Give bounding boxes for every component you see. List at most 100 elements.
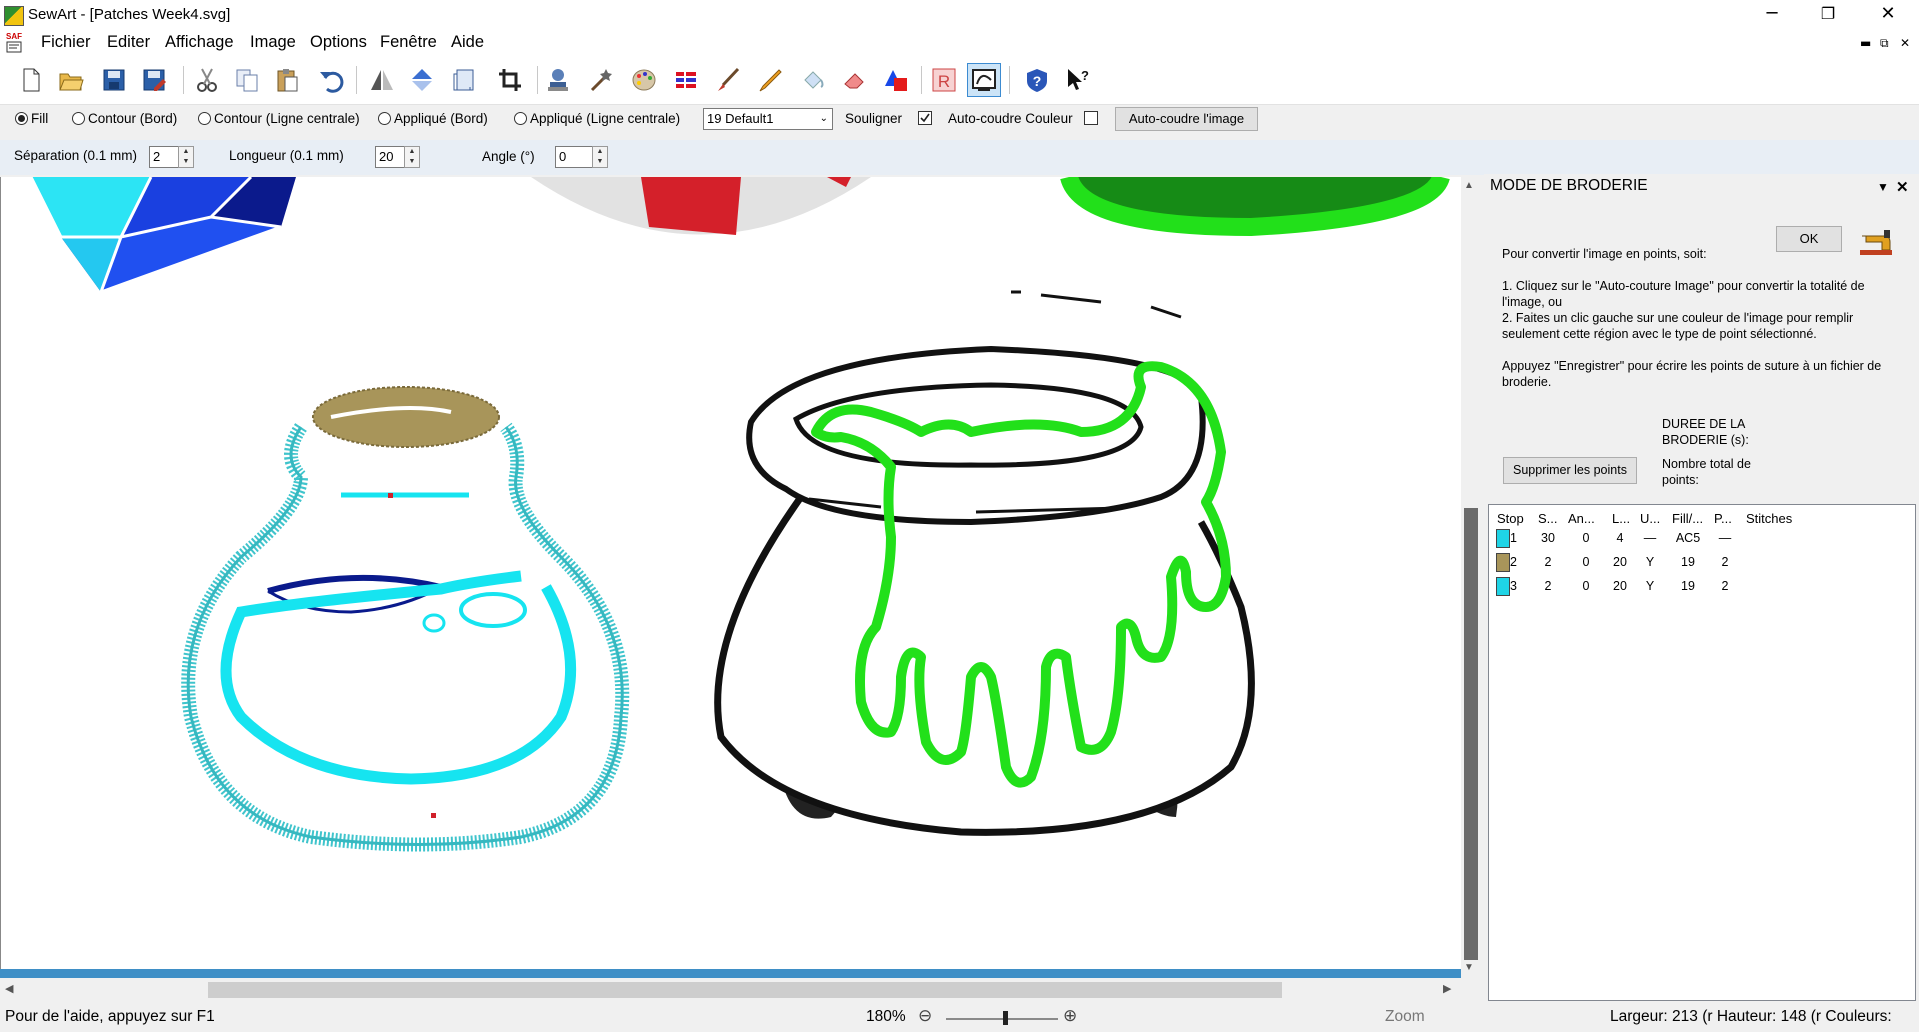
- chevron-down-icon: ⌄: [819, 113, 828, 124]
- zoom-in-icon[interactable]: ⊕: [1063, 1006, 1077, 1026]
- zoom-slider[interactable]: [946, 1018, 1058, 1020]
- auto-color-label: Auto-coudre Couleur: [948, 111, 1073, 126]
- zoom-slider-handle[interactable]: [1003, 1011, 1008, 1025]
- applique-center-radio[interactable]: Appliqué (Ligne centrale): [514, 111, 680, 126]
- underline-label: Souligner: [845, 111, 903, 126]
- length-input[interactable]: 20: [375, 146, 405, 168]
- open-folder-icon[interactable]: [54, 63, 88, 97]
- contour-center-radio[interactable]: Contour (Ligne centrale): [198, 111, 360, 126]
- fill-icon[interactable]: [796, 63, 830, 97]
- column-header-fill[interactable]: Fill/...: [1672, 511, 1703, 526]
- angle-label: Angle (°): [482, 149, 535, 164]
- fill-radio-dot[interactable]: [15, 112, 28, 125]
- embroidery-mode-icon[interactable]: [967, 63, 1001, 97]
- contour-center-radio-dot[interactable]: [198, 112, 211, 125]
- horizontal-scroll-thumb[interactable]: [208, 982, 1282, 998]
- minimize-button[interactable]: ─: [1744, 0, 1800, 30]
- vertical-scroll-thumb[interactable]: [1464, 508, 1478, 960]
- mdi-minimize-button[interactable]: ▬: [1860, 36, 1871, 50]
- pencil-icon[interactable]: [753, 63, 787, 97]
- auto-sew-image-button[interactable]: Auto-coudre l'image: [1115, 107, 1258, 131]
- mdi-close-button[interactable]: ✕: [1900, 36, 1910, 50]
- pattern-select[interactable]: 19 Default1 ⌄: [703, 108, 833, 130]
- length-label: Longueur (0.1 mm): [229, 148, 344, 163]
- length-spinner[interactable]: ▲ ▼: [404, 146, 420, 168]
- applique-edge-radio-dot[interactable]: [378, 112, 391, 125]
- delete-points-button[interactable]: Supprimer les points: [1503, 457, 1637, 484]
- brush-icon[interactable]: [711, 63, 745, 97]
- panel-step1: 1. Cliquez sur le "Auto-couture Image" p…: [1502, 279, 1865, 309]
- save-as-icon[interactable]: [137, 63, 171, 97]
- cut-icon[interactable]: [190, 63, 224, 97]
- menu-editer[interactable]: Editer: [107, 33, 150, 52]
- menu-aide[interactable]: Aide: [451, 33, 484, 52]
- registration-icon[interactable]: R: [927, 63, 961, 97]
- color-swatch[interactable]: [1496, 553, 1510, 572]
- applique-center-radio-dot[interactable]: [514, 112, 527, 125]
- paste-icon[interactable]: [270, 63, 304, 97]
- menu-options[interactable]: Options: [310, 33, 367, 52]
- row-s: 2: [1544, 579, 1552, 593]
- rotate-page-icon[interactable]: [448, 63, 482, 97]
- close-button[interactable]: ✕: [1860, 0, 1916, 30]
- fill-radio[interactable]: Fill: [15, 111, 48, 126]
- row-fill: 19: [1681, 555, 1695, 569]
- green-pot-shape: [1060, 177, 1450, 237]
- context-help-icon[interactable]: ?: [1061, 63, 1095, 97]
- document-icon[interactable]: SAF: [6, 32, 30, 54]
- restore-button[interactable]: ❐: [1800, 0, 1856, 30]
- mdi-restore-button[interactable]: ⧉: [1880, 36, 1889, 51]
- embroidery-canvas[interactable]: [0, 177, 1462, 969]
- stamp-icon[interactable]: [541, 63, 575, 97]
- row-p: —: [1718, 531, 1732, 545]
- column-header-an[interactable]: An...: [1568, 511, 1595, 526]
- column-header-u[interactable]: U...: [1640, 511, 1660, 526]
- column-header-l[interactable]: L...: [1612, 511, 1630, 526]
- eraser-icon[interactable]: [838, 63, 872, 97]
- underline-checkbox[interactable]: [918, 111, 932, 125]
- contour-center-radio-label: Contour (Ligne centrale): [214, 111, 360, 126]
- mirror-icon[interactable]: [365, 63, 399, 97]
- crop-icon[interactable]: [493, 63, 527, 97]
- palette-icon[interactable]: [627, 63, 661, 97]
- menu-affichage[interactable]: Affichage: [165, 33, 234, 52]
- panel-close-icon[interactable]: ✕: [1896, 178, 1909, 196]
- row-u: —: [1643, 531, 1657, 545]
- scroll-right-icon[interactable]: ▶: [1443, 982, 1451, 995]
- contour-edge-radio[interactable]: Contour (Bord): [72, 111, 177, 126]
- row-an: 0: [1582, 555, 1590, 569]
- color-swatch[interactable]: [1496, 577, 1510, 596]
- column-header-s[interactable]: S...: [1538, 511, 1558, 526]
- new-file-icon[interactable]: [14, 63, 48, 97]
- angle-input[interactable]: 0: [555, 146, 593, 168]
- copy-icon[interactable]: [230, 63, 264, 97]
- row-stop: 2: [1510, 555, 1517, 569]
- angle-spinner[interactable]: ▲ ▼: [592, 146, 608, 168]
- row-fill: AC5: [1675, 531, 1701, 545]
- menu-fenetre[interactable]: Fenêtre: [380, 33, 437, 52]
- applique-edge-radio[interactable]: Appliqué (Bord): [378, 111, 488, 126]
- stitch-list-icon[interactable]: [669, 63, 703, 97]
- column-header-stop[interactable]: Stop: [1497, 511, 1524, 526]
- separation-input[interactable]: 2: [149, 146, 179, 168]
- scroll-left-icon[interactable]: ◀: [5, 982, 13, 995]
- separation-spinner[interactable]: ▲ ▼: [178, 146, 194, 168]
- help-icon[interactable]: ?: [1020, 63, 1054, 97]
- flip-icon[interactable]: [405, 63, 439, 97]
- contour-edge-radio-dot[interactable]: [72, 112, 85, 125]
- menu-fichier[interactable]: Fichier: [41, 33, 91, 52]
- zoom-out-icon[interactable]: ⊖: [918, 1006, 932, 1026]
- save-icon[interactable]: [97, 63, 131, 97]
- menu-image[interactable]: Image: [250, 33, 296, 52]
- scroll-up-icon[interactable]: ▲: [1464, 180, 1474, 191]
- magic-wand-icon[interactable]: [584, 63, 618, 97]
- shapes-icon[interactable]: [879, 63, 913, 97]
- scroll-down-icon[interactable]: ▼: [1464, 962, 1474, 973]
- column-header-stitches[interactable]: Stitches: [1746, 511, 1792, 526]
- auto-color-checkbox[interactable]: [1084, 111, 1098, 125]
- color-swatch[interactable]: [1496, 529, 1510, 548]
- panel-menu-icon[interactable]: ▼: [1877, 180, 1889, 194]
- column-header-p[interactable]: P...: [1714, 511, 1732, 526]
- canvas-artwork: [29, 177, 1450, 852]
- undo-icon[interactable]: [314, 63, 348, 97]
